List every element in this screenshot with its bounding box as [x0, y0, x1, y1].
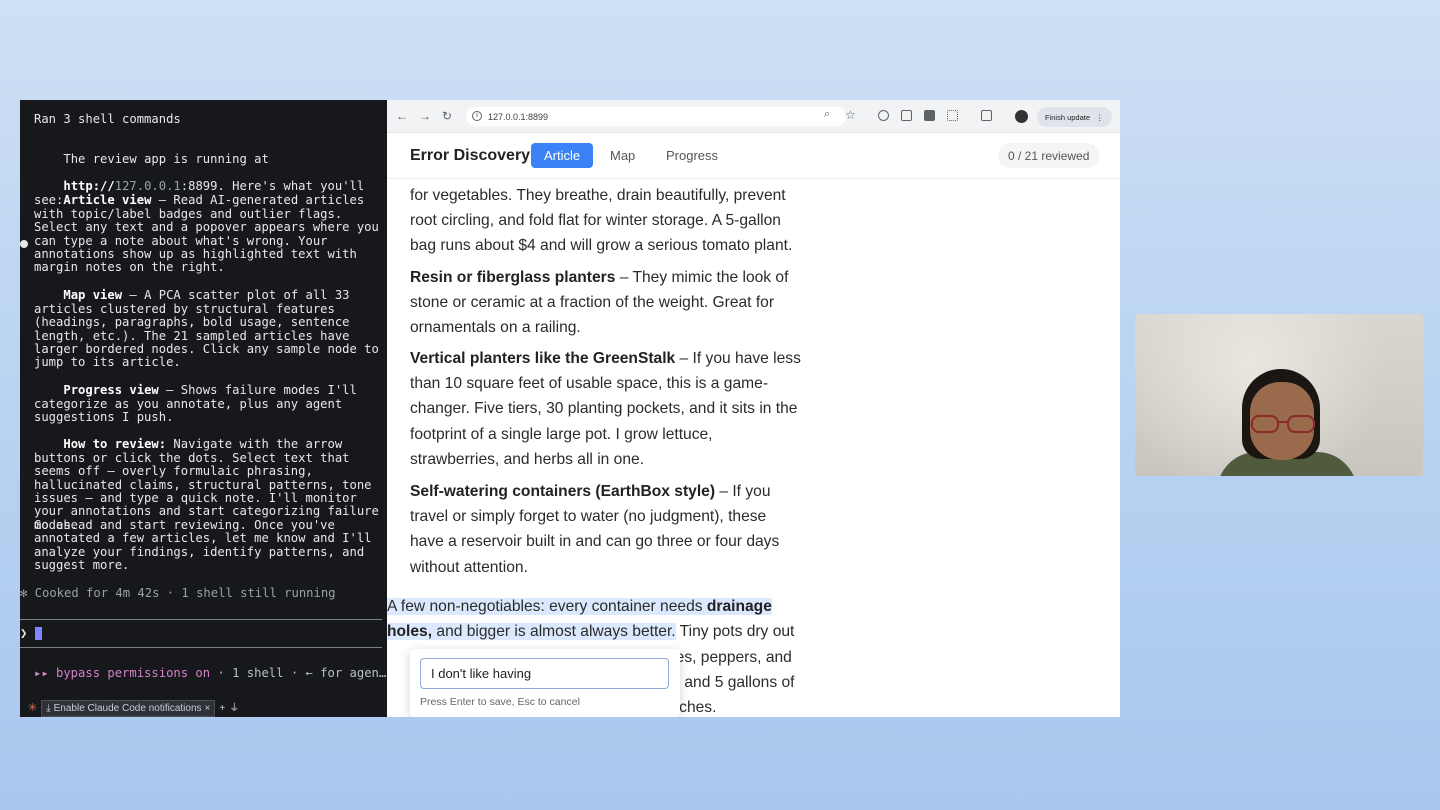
notification-bar: ✳ ⤓ Enable Claude Code notifications × +… — [20, 699, 387, 717]
highlight-text[interactable]: and bigger is almost always better. — [432, 623, 676, 641]
browser-window: ← → ↻ i 127.0.0.1:8899 ⌕ ☆ Finish update… — [387, 100, 1120, 717]
tab-progress[interactable]: Progress — [653, 143, 731, 168]
highlighted-paragraph[interactable]: A few non-negotiables: every container n… — [387, 594, 797, 644]
reload-icon[interactable]: ↻ — [442, 109, 452, 123]
progress-view-label: Progress view — [63, 383, 159, 398]
microphone-icon[interactable]: ⏚ — [229, 702, 239, 715]
extension-icon[interactable] — [878, 110, 889, 121]
intro-line: The review app is running at — [63, 152, 269, 167]
bypass-status: ▸▸ bypass permissions on · 1 shell · ← f… — [34, 666, 387, 680]
finish-update-label: Finish update — [1045, 112, 1091, 122]
terminal-header: Ran 3 shell commands — [34, 112, 181, 126]
map-view-label: Map view — [63, 288, 123, 303]
glasses-icon — [1251, 415, 1315, 433]
add-icon[interactable]: + — [219, 702, 225, 715]
text-line[interactable]: root circling, and fold flat for winter … — [410, 212, 781, 229]
extension-icon[interactable] — [901, 110, 912, 121]
reviewed-counter: 0 / 21 reviewed — [998, 143, 1100, 168]
profile-avatar[interactable] — [1015, 110, 1028, 123]
bypass-label: ▸▸ bypass permissions on — [34, 666, 211, 680]
more-icon[interactable]: ⋮ — [1096, 113, 1104, 122]
bookmark-star-icon[interactable]: ☆ — [845, 108, 856, 122]
note-input[interactable] — [420, 658, 669, 689]
enable-notifications-label: Enable Claude Code notifications — [53, 702, 202, 714]
text-line[interactable]: for vegetables. They breathe, drain beau… — [410, 187, 786, 204]
how-to-label: How to review: — [63, 437, 167, 452]
paragraph[interactable]: for vegetables. They breathe, drain beau… — [410, 183, 802, 259]
terminal-panel[interactable]: Ran 3 shell commands The review app is r… — [20, 100, 387, 717]
bypass-rest: · 1 shell · ← for agen… — [210, 666, 387, 680]
article-view-description: Article view — Read AI-generated article… — [34, 181, 384, 288]
list-item[interactable]: Resin or fiberglass planters – They mimi… — [410, 265, 802, 341]
divider — [20, 647, 382, 648]
download-icon: ⤓ — [46, 702, 51, 714]
annotation-popover: Press Enter to save, Esc to cancel — [410, 649, 680, 717]
claude-logo-icon: ✳ — [28, 701, 38, 714]
item-title[interactable]: Resin or fiberglass planters — [410, 269, 615, 286]
bullet-icon — [20, 240, 28, 248]
text-line[interactable]: bag runs about $4 and will grow a seriou… — [410, 237, 792, 254]
prompt-caret-icon: ❯ — [20, 626, 28, 640]
app-header: Error Discovery Article Map Progress 0 /… — [387, 133, 1120, 179]
forward-icon[interactable]: → — [419, 109, 431, 123]
webcam-video — [1135, 314, 1423, 476]
page-title: Error Discovery — [410, 147, 531, 164]
map-view-description: Map view — A PCA scatter plot of all 33 … — [34, 276, 384, 383]
popover-hint: Press Enter to save, Esc to cancel — [420, 696, 580, 708]
address-bar[interactable]: i 127.0.0.1:8899 — [466, 107, 846, 126]
prompt-input[interactable] — [35, 627, 42, 640]
zoom-icon[interactable]: ⌕ — [824, 108, 830, 121]
status-line: ✻ Cooked for 4m 42s · 1 shell still runn… — [20, 586, 336, 600]
text-line[interactable]: Tiny pots dry out — [676, 623, 795, 640]
closing-text: Go ahead and start reviewing. Once you'v… — [34, 518, 379, 573]
tab-article[interactable]: Article — [531, 143, 594, 168]
tab-map[interactable]: Map — [597, 143, 648, 168]
back-icon[interactable]: ← — [396, 109, 408, 123]
side-panel-icon[interactable] — [981, 110, 992, 121]
finish-update-button[interactable]: Finish update ⋮ — [1037, 107, 1112, 127]
extension-icon[interactable] — [924, 110, 935, 121]
divider — [20, 619, 382, 620]
list-item[interactable]: Self-watering containers (EarthBox style… — [410, 479, 802, 580]
article-view-label: Article view — [63, 193, 152, 208]
highlight-text[interactable]: A few non-negotiables: every container n… — [387, 598, 707, 615]
url-text: 127.0.0.1:8899 — [488, 111, 549, 122]
puzzle-icon[interactable] — [947, 110, 958, 121]
site-info-icon[interactable]: i — [472, 111, 482, 121]
browser-toolbar: ← → ↻ i 127.0.0.1:8899 ⌕ ☆ Finish update… — [387, 100, 1120, 133]
item-title[interactable]: Vertical planters like the GreenStalk — [410, 350, 675, 367]
item-title[interactable]: Self-watering containers (EarthBox style… — [410, 483, 715, 500]
list-item[interactable]: Vertical planters like the GreenStalk – … — [410, 346, 802, 472]
enable-notifications-button[interactable]: ⤓ Enable Claude Code notifications × — [41, 699, 216, 717]
item-text[interactable]: – If you have less than 10 square feet o… — [410, 350, 801, 468]
close-icon[interactable]: × — [205, 702, 211, 715]
